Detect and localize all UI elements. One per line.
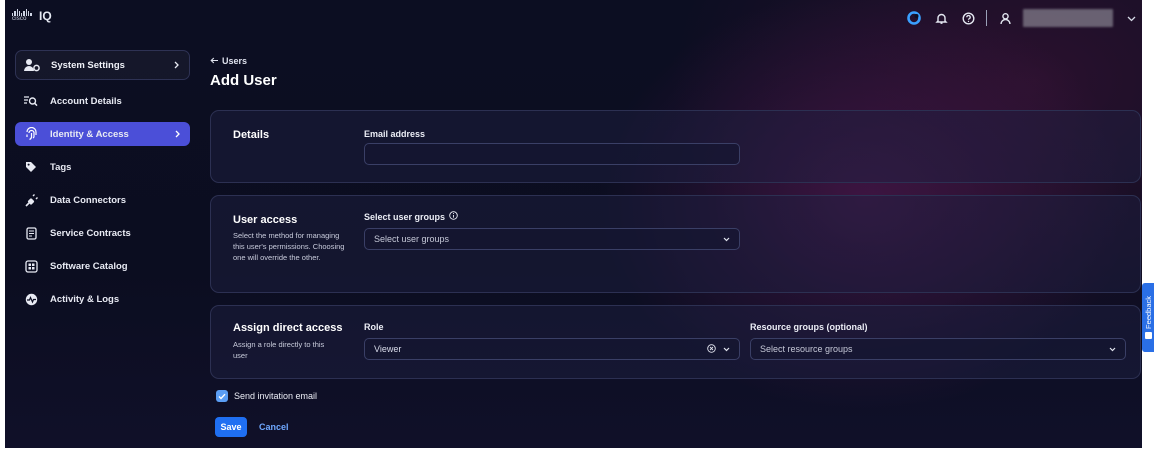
info-icon[interactable]: [449, 211, 458, 222]
chevron-down-icon: [1109, 344, 1116, 354]
contract-icon: [23, 225, 39, 241]
user-groups-label: Select user groups: [364, 211, 458, 222]
chevron-down-icon: [723, 344, 730, 354]
email-field[interactable]: [364, 143, 740, 165]
breadcrumb[interactable]: Users: [210, 56, 277, 66]
sidebar-item-data-connectors[interactable]: Data Connectors: [15, 188, 190, 212]
resource-groups-placeholder: Select resource groups: [760, 344, 853, 354]
top-bar: cisco IQ: [5, 0, 1142, 34]
app-logo[interactable]: cisco IQ: [12, 9, 52, 23]
send-invitation-row: Send invitation email: [216, 390, 317, 402]
sidebar-item-service-contracts[interactable]: Service Contracts: [15, 221, 190, 245]
chevron-right-icon: [171, 61, 181, 69]
form-actions: Save Cancel: [215, 417, 289, 437]
bell-icon[interactable]: [932, 9, 950, 27]
direct-access-section-title: Assign direct access: [233, 322, 343, 334]
app-window: cisco IQ System Settings Account Details…: [5, 0, 1142, 448]
sidebar-item-system-settings[interactable]: System Settings: [15, 50, 190, 80]
fingerprint-icon: [23, 126, 39, 142]
assistant-icon[interactable]: [905, 9, 923, 27]
sidebar-item-label: Data Connectors: [50, 194, 127, 206]
user-name-redacted[interactable]: [1023, 9, 1113, 27]
feedback-tab[interactable]: Feedback: [1142, 283, 1154, 352]
help-icon[interactable]: [959, 9, 977, 27]
settings-sidebar: System Settings Account Details Identity…: [15, 50, 190, 311]
sidebar-item-account-details[interactable]: Account Details: [15, 89, 190, 113]
plug-icon: [23, 192, 39, 208]
sidebar-item-label: Tags: [50, 161, 72, 173]
sidebar-item-label: Software Catalog: [50, 260, 128, 272]
resource-groups-label: Resource groups (optional): [750, 322, 868, 332]
save-button[interactable]: Save: [215, 417, 247, 437]
send-invitation-label[interactable]: Send invitation email: [234, 391, 317, 401]
sidebar-item-label: Identity & Access: [50, 128, 129, 140]
email-label: Email address: [364, 129, 426, 139]
send-invitation-checkbox[interactable]: [216, 390, 228, 402]
page-header: Users Add User: [210, 56, 277, 89]
user-access-card: User access Select the method for managi…: [210, 195, 1141, 293]
user-menu-chevron-icon[interactable]: [1127, 9, 1136, 27]
details-section-title: Details: [233, 129, 270, 141]
app-name: IQ: [39, 9, 52, 23]
user-groups-select[interactable]: Select user groups: [364, 228, 740, 250]
feedback-label: Feedback: [1143, 296, 1153, 329]
direct-access-card: Assign direct access Assign a role direc…: [210, 305, 1141, 379]
sidebar-item-activity-logs[interactable]: Activity & Logs: [15, 287, 190, 311]
clear-icon[interactable]: [707, 343, 716, 355]
check-icon: [218, 393, 226, 400]
sidebar-item-software-catalog[interactable]: Software Catalog: [15, 254, 190, 278]
chevron-right-icon: [172, 130, 182, 138]
user-access-description: Select the method for managing this user…: [233, 231, 345, 262]
sidebar-item-label: Account Details: [50, 95, 122, 107]
sidebar-item-label: System Settings: [51, 59, 125, 71]
top-right-controls: [905, 8, 1142, 28]
user-groups-label-text: Select user groups: [364, 211, 446, 222]
role-label: Role: [364, 322, 384, 332]
list-search-icon: [23, 93, 39, 109]
role-value: Viewer: [374, 344, 402, 354]
back-arrow-icon: [210, 56, 219, 66]
page-title: Add User: [210, 72, 277, 89]
activity-icon: [23, 291, 39, 307]
catalog-icon: [23, 258, 39, 274]
user-icon[interactable]: [996, 9, 1014, 27]
tag-icon: [23, 159, 39, 175]
chevron-down-icon: [723, 234, 730, 244]
user-access-section-title: User access: [233, 214, 298, 226]
sidebar-item-label: Activity & Logs: [50, 293, 120, 305]
sidebar-item-tags[interactable]: Tags: [15, 155, 190, 179]
resource-groups-select[interactable]: Select resource groups: [750, 338, 1126, 360]
cancel-button[interactable]: Cancel: [259, 422, 289, 432]
toolbar-divider: [986, 10, 987, 26]
feedback-icon: [1144, 331, 1152, 339]
logo-wordmark: cisco: [12, 16, 27, 22]
user-groups-placeholder: Select user groups: [374, 234, 450, 244]
role-select[interactable]: Viewer: [364, 338, 740, 360]
sidebar-item-identity-access[interactable]: Identity & Access: [15, 122, 190, 146]
sidebar-item-label: Service Contracts: [50, 227, 131, 239]
direct-access-description: Assign a role directly to this user: [233, 340, 325, 360]
cisco-logo-icon: cisco: [12, 9, 34, 23]
users-gear-icon: [24, 57, 40, 73]
breadcrumb-users-link[interactable]: Users: [222, 56, 247, 66]
details-card: Details Email address: [210, 110, 1141, 183]
